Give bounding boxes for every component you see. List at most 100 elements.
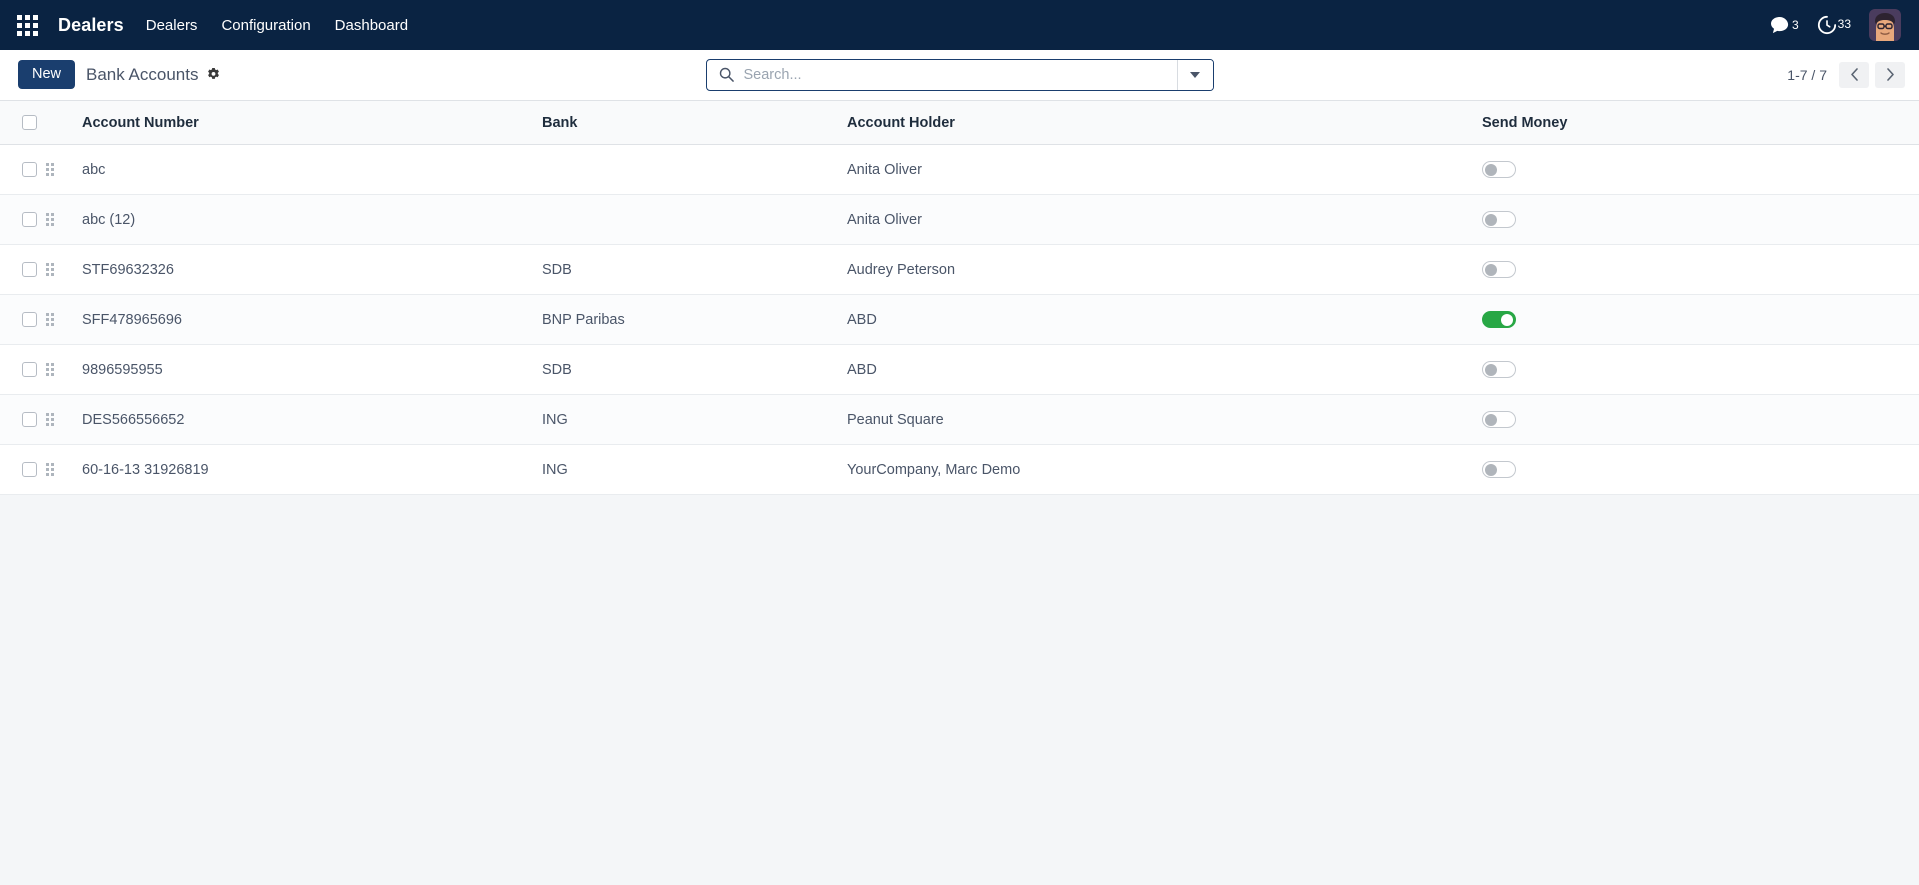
column-header-account-holder[interactable]: Account Holder <box>847 100 1482 145</box>
row-checkbox[interactable] <box>22 212 37 227</box>
drag-handle-icon[interactable] <box>46 463 54 476</box>
cell-bank: BNP Paribas <box>542 294 847 345</box>
navbar-menu: Dealers Configuration Dashboard <box>134 11 420 40</box>
toggle-knob <box>1485 164 1497 176</box>
search-bar[interactable] <box>705 58 1214 91</box>
cell-send-money <box>1482 294 1919 345</box>
pager-next-button[interactable] <box>1875 61 1905 88</box>
new-button[interactable]: New <box>18 59 76 90</box>
row-checkbox[interactable] <box>22 462 37 477</box>
cell-account-number: abc (12) <box>82 194 542 245</box>
row-checkbox[interactable] <box>22 162 37 177</box>
row-checkbox[interactable] <box>22 362 37 377</box>
nav-item-dealers[interactable]: Dealers <box>134 11 210 40</box>
chevron-left-icon <box>1850 68 1858 81</box>
gear-icon[interactable] <box>206 67 221 82</box>
send-money-toggle[interactable] <box>1482 161 1516 178</box>
cell-bank <box>542 144 847 195</box>
row-handle-cell <box>46 194 82 245</box>
user-avatar[interactable] <box>1869 9 1901 41</box>
cell-account-number: DES566556652 <box>82 394 542 445</box>
table-row[interactable]: abc (12) Anita Oliver <box>0 194 1919 245</box>
cell-bank: ING <box>542 444 847 495</box>
row-select-cell <box>0 444 46 495</box>
row-select-cell <box>0 244 46 295</box>
search-icon-glyph <box>719 67 734 82</box>
table-row[interactable]: 9896595955 SDB ABD <box>0 344 1919 395</box>
cell-send-money <box>1482 244 1919 295</box>
send-money-toggle[interactable] <box>1482 311 1516 328</box>
page-title: Bank Accounts <box>86 64 199 84</box>
chevron-right-icon <box>1886 68 1894 81</box>
apps-grid-icon <box>16 14 38 36</box>
column-header-bank[interactable]: Bank <box>542 100 847 145</box>
toggle-knob <box>1485 264 1497 276</box>
brand-title[interactable]: Dealers <box>48 15 134 36</box>
row-handle-cell <box>46 244 82 295</box>
cell-account-holder: Peanut Square <box>847 394 1482 445</box>
cell-account-holder: YourCompany, Marc Demo <box>847 444 1482 495</box>
row-select-cell <box>0 394 46 445</box>
drag-handle-icon[interactable] <box>46 163 54 176</box>
drag-handle-header <box>46 100 82 145</box>
send-money-toggle[interactable] <box>1482 211 1516 228</box>
pager-range: 1-7 / 7 <box>1787 66 1827 83</box>
nav-item-configuration[interactable]: Configuration <box>209 11 322 40</box>
drag-handle-icon[interactable] <box>46 413 54 426</box>
send-money-toggle[interactable] <box>1482 461 1516 478</box>
avatar-image <box>1869 9 1901 41</box>
cell-account-holder: ABD <box>847 344 1482 395</box>
toggle-knob <box>1485 464 1497 476</box>
column-header-send-money[interactable]: Send Money <box>1482 100 1919 145</box>
column-header-account-number[interactable]: Account Number <box>82 100 542 145</box>
navbar-systray: 3 33 <box>1770 9 1905 41</box>
page-root: Dealers Dealers Configuration Dashboard … <box>0 0 1919 885</box>
cell-send-money <box>1482 344 1919 395</box>
send-money-toggle[interactable] <box>1482 361 1516 378</box>
table-header: Account Number Bank Account Holder Send … <box>0 100 1919 145</box>
cell-account-number: STF69632326 <box>82 244 542 295</box>
row-checkbox[interactable] <box>22 262 37 277</box>
search-input[interactable] <box>739 59 1177 90</box>
cell-bank: SDB <box>542 244 847 295</box>
drag-handle-icon[interactable] <box>46 363 54 376</box>
table-row[interactable]: 60-16-13 31926819 ING YourCompany, Marc De… <box>0 444 1919 495</box>
cell-account-number: SFF478965696 <box>82 294 542 345</box>
cell-send-money <box>1482 394 1919 445</box>
table-row[interactable]: abc Anita Oliver <box>0 144 1919 195</box>
cell-send-money <box>1482 144 1919 195</box>
table-row[interactable]: SFF478965696 BNP Paribas ABD <box>0 294 1919 345</box>
row-checkbox[interactable] <box>22 312 37 327</box>
nav-item-dashboard[interactable]: Dashboard <box>323 11 420 40</box>
row-checkbox[interactable] <box>22 412 37 427</box>
bank-accounts-table: Account Number Bank Account Holder Send … <box>0 100 1919 495</box>
row-handle-cell <box>46 144 82 195</box>
activities-menu-button[interactable]: 33 <box>1817 15 1851 35</box>
chevron-down-icon <box>1190 71 1200 78</box>
drag-handle-icon[interactable] <box>46 313 54 326</box>
search-dropdown-button[interactable] <box>1176 59 1213 90</box>
row-select-cell <box>0 194 46 245</box>
row-select-cell <box>0 294 46 345</box>
pager: 1-7 / 7 <box>1787 61 1905 88</box>
table-header-row: Account Number Bank Account Holder Send … <box>0 100 1919 145</box>
messages-counter: 3 <box>1791 17 1799 32</box>
table-row[interactable]: DES566556652 ING Peanut Square <box>0 394 1919 445</box>
pager-previous-button[interactable] <box>1839 61 1869 88</box>
control-panel: New Bank Accounts 1-7 / 7 <box>0 50 1919 100</box>
row-handle-cell <box>46 444 82 495</box>
cell-account-holder: Audrey Peterson <box>847 244 1482 295</box>
drag-handle-icon[interactable] <box>46 263 54 276</box>
row-handle-cell <box>46 294 82 345</box>
send-money-toggle[interactable] <box>1482 261 1516 278</box>
drag-handle-icon[interactable] <box>46 213 54 226</box>
cell-account-number: 60-16-13 31926819 <box>82 444 542 495</box>
cell-bank: ING <box>542 394 847 445</box>
send-money-toggle[interactable] <box>1482 411 1516 428</box>
table-row[interactable]: STF69632326 SDB Audrey Peterson <box>0 244 1919 295</box>
cell-bank: SDB <box>542 344 847 395</box>
cell-send-money <box>1482 194 1919 245</box>
apps-menu-button[interactable] <box>10 8 44 42</box>
select-all-checkbox[interactable] <box>22 115 37 130</box>
messages-menu-button[interactable]: 3 <box>1770 16 1799 35</box>
